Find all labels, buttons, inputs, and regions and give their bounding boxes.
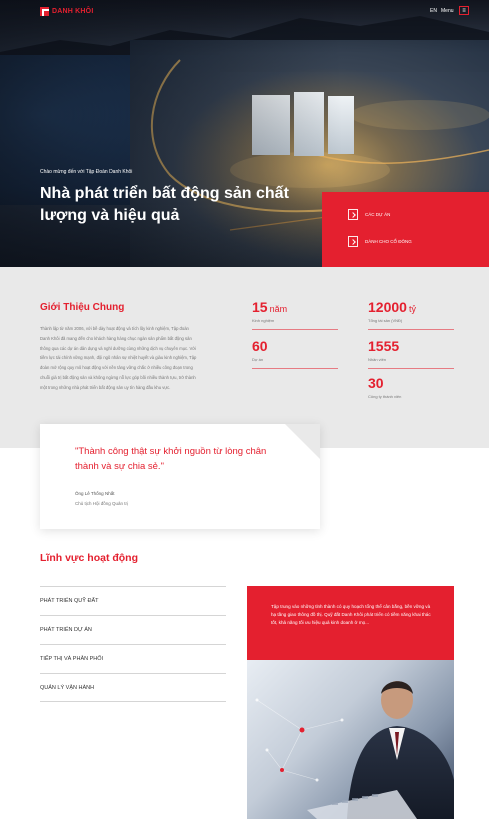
activity-operations-management[interactable]: QUẢN LÝ VẬN HÀNH (40, 673, 226, 702)
activity-project-development[interactable]: PHÁT TRIỂN DỰ ÁN (40, 615, 226, 644)
intro-text: Thành lập từ năm 2006, với bề dày hoạt đ… (40, 326, 197, 390)
stat-divider (368, 368, 454, 369)
hero-cta-panel: CÁC DỰ ÁN DÀNH CHO CỔ ĐÔNG (322, 192, 489, 267)
stat-value: 12000 (368, 299, 407, 315)
quote-role: Chủ tịch Hội đồng Quản trị (75, 501, 129, 506)
stat-value: 30 (368, 375, 384, 391)
shareholders-link-label: DÀNH CHO CỔ ĐÔNG (365, 239, 412, 244)
quote-card: "Thành công thật sự khởi nguồn từ lòng c… (40, 424, 320, 529)
stat-value: 60 (252, 338, 268, 354)
brand-logo[interactable]: DANH KHÔI (40, 7, 93, 16)
stat-label: Tổng tài sản (VNĐ) (368, 318, 403, 323)
stat-employees: 1555 Nhân viên (368, 338, 454, 369)
stat-projects: 60 Dự án (252, 338, 338, 369)
shareholders-link[interactable]: DÀNH CHO CỔ ĐÔNG (348, 236, 412, 247)
intro-heading: Giới Thiệu Chung (40, 302, 125, 313)
stat-label: Nhân viên (368, 357, 387, 362)
business-photo-illustration (255, 681, 454, 819)
activity-marketing-distribution[interactable]: TIẾP THỊ VÀ PHÂN PHỐI (40, 644, 226, 673)
stat-member-companies: 30 Công ty thành viên (368, 375, 454, 399)
activities-list: PHÁT TRIỂN QUỸ ĐẤT PHÁT TRIỂN DỰ ÁN TIẾP… (40, 586, 226, 702)
stat-value: 15 (252, 299, 268, 315)
stat-divider (368, 329, 454, 330)
stat-experience: 15 năm Kinh nghiệm (252, 299, 338, 330)
activity-land-development[interactable]: PHÁT TRIỂN QUỸ ĐẤT (40, 586, 226, 615)
stat-value: 1555 (368, 338, 400, 354)
stat-divider (252, 368, 338, 369)
menu-label[interactable]: Menu (441, 8, 454, 14)
activity-description-panel: Tập trung vào những tỉnh thành có quy ho… (247, 586, 454, 660)
stat-label: Kinh nghiệm (252, 318, 275, 323)
activity-description: Tập trung vào những tỉnh thành có quy ho… (271, 604, 431, 625)
quote-author: Ông Lê Thống Nhất (75, 491, 115, 496)
business-photo (247, 660, 454, 819)
arrow-right-icon (348, 236, 358, 247)
quote-text: "Thành công thật sự khởi nguồn từ lòng c… (75, 446, 267, 472)
projects-link[interactable]: CÁC DỰ ÁN (348, 209, 390, 220)
language-switch[interactable]: EN (430, 8, 437, 14)
projects-link-label: CÁC DỰ ÁN (365, 212, 391, 217)
hero-greeting: Chào mừng đến với Tập Đoàn Danh Khôi (40, 169, 133, 175)
stat-label: Công ty thành viên (368, 394, 402, 399)
stat-unit: năm (269, 304, 288, 314)
logo-icon (40, 7, 49, 16)
hamburger-icon[interactable]: ≡ (459, 6, 469, 15)
stat-label: Dự án (252, 357, 264, 362)
logo-text: DANH KHÔI (52, 8, 94, 15)
stat-unit: tỷ (408, 304, 416, 314)
top-navigation: DANH KHÔI EN Menu ≡ (0, 0, 489, 24)
stat-assets: 12000 tỷ Tổng tài sản (VNĐ) (368, 299, 454, 330)
arrow-right-icon (348, 209, 358, 220)
hero-title: Nhà phát triển bất động sản chất lượng v… (40, 185, 289, 224)
stat-divider (252, 329, 338, 330)
activities-heading: Lĩnh vực hoạt động (40, 552, 139, 564)
intro-section: Giới Thiệu Chung Thành lập từ năm 2006, … (0, 267, 489, 448)
